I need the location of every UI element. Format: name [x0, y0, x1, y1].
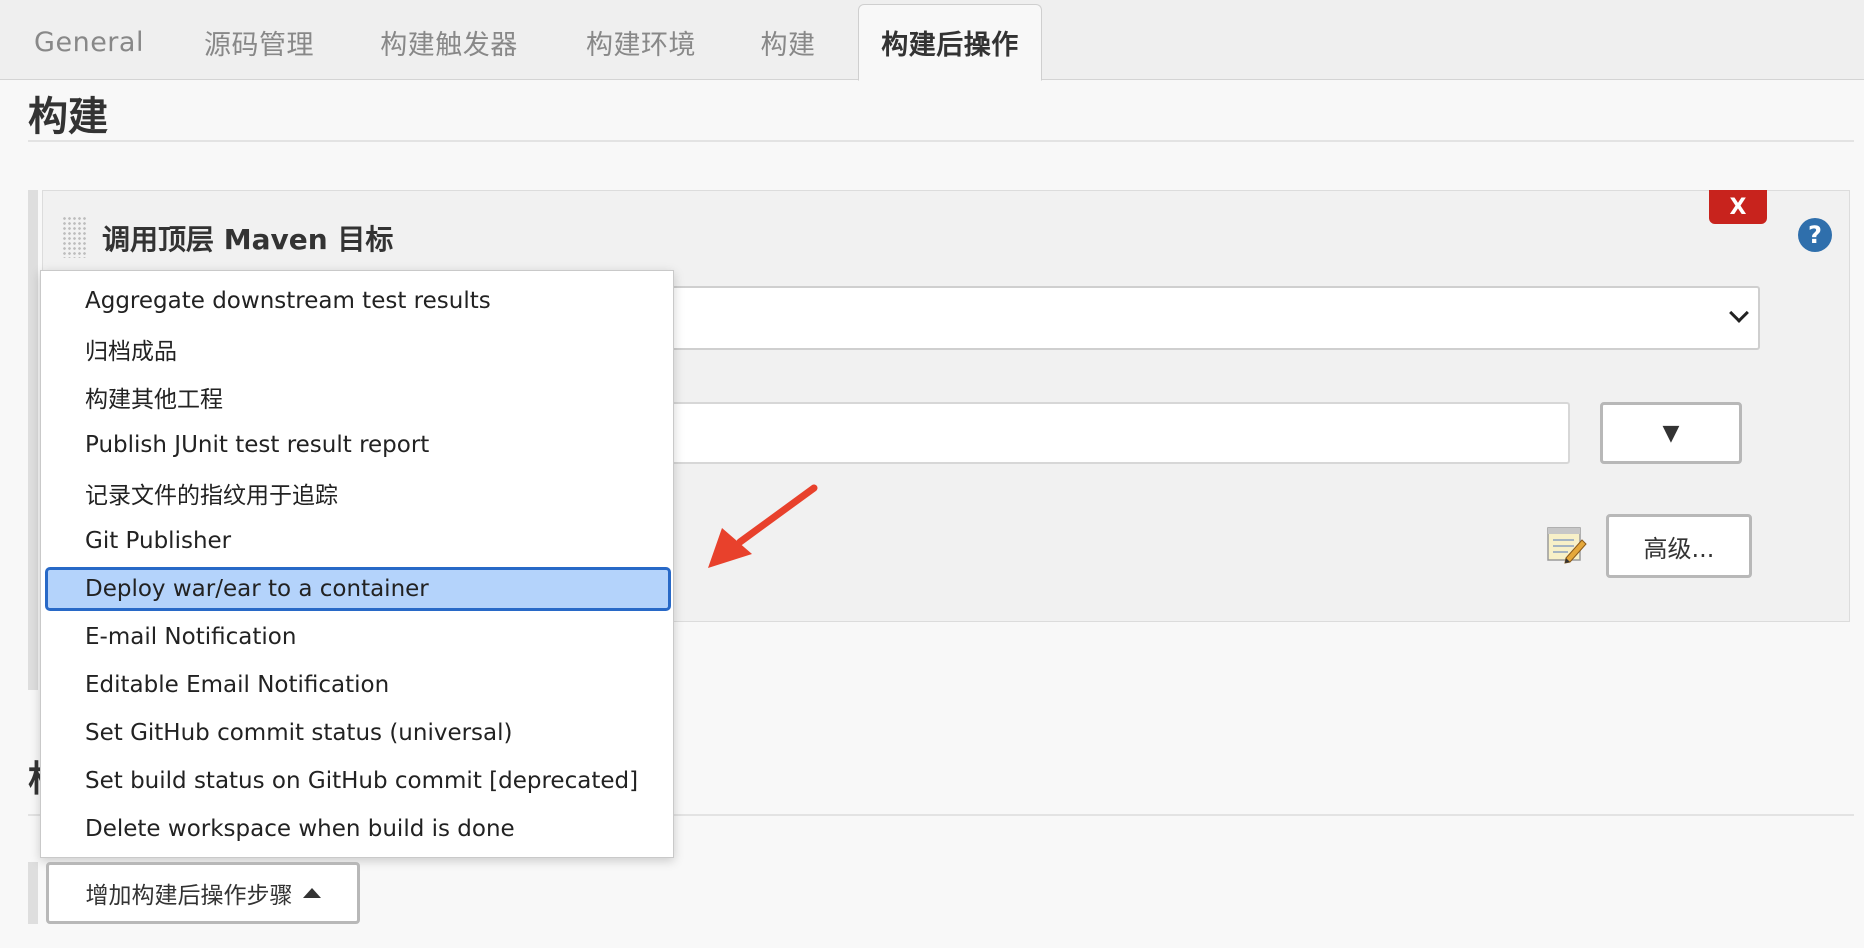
dropdown-item[interactable]: Editable Email Notification: [45, 663, 671, 707]
maven-version-select[interactable]: [650, 286, 1760, 350]
tab-general[interactable]: General: [20, 4, 158, 80]
section-accent-bar: [28, 862, 38, 924]
dropdown-item-selected[interactable]: Deploy war/ear to a container: [45, 567, 671, 611]
dropdown-item[interactable]: 归档成品: [45, 327, 671, 371]
dropdown-item[interactable]: Delete workspace when build is done: [45, 807, 671, 851]
dropdown-item[interactable]: Publish JUnit test result report: [45, 423, 671, 467]
expand-input-button[interactable]: ▼: [1600, 402, 1742, 464]
goals-input[interactable]: [650, 402, 1570, 464]
dropdown-item[interactable]: Aggregate downstream test results: [45, 279, 671, 323]
help-icon[interactable]: ?: [1798, 218, 1832, 252]
delete-step-button[interactable]: X: [1709, 190, 1767, 224]
caret-up-icon: [302, 888, 321, 898]
dropdown-item[interactable]: 构建其他工程: [45, 375, 671, 419]
section-accent-bar: [28, 190, 38, 690]
tab-build-environment[interactable]: 构建环境: [570, 4, 712, 80]
section-divider: [28, 140, 1854, 142]
tab-build-triggers[interactable]: 构建触发器: [364, 4, 534, 80]
annotation-arrow: [708, 484, 818, 568]
tab-post-build-actions[interactable]: 构建后操作: [858, 4, 1042, 81]
dropdown-item[interactable]: E-mail Notification: [45, 615, 671, 659]
tab-source-management[interactable]: 源码管理: [188, 4, 330, 80]
tab-build[interactable]: 构建: [744, 4, 832, 80]
section-title: 构建: [28, 94, 108, 140]
notepad-icon[interactable]: [1544, 522, 1588, 566]
build-step-title: 调用顶层 Maven 目标: [102, 223, 394, 256]
dropdown-item[interactable]: Set GitHub commit status (universal): [45, 711, 671, 755]
drag-handle-icon[interactable]: [62, 216, 86, 258]
post-build-action-dropdown: Aggregate downstream test results 归档成品 构…: [40, 270, 674, 858]
add-post-build-step-label: 增加构建后操作步骤: [85, 883, 293, 909]
dropdown-item[interactable]: Set build status on GitHub commit [depre…: [45, 759, 671, 803]
tab-bar: General 源码管理 构建触发器 构建环境 构建 构建后操作: [0, 0, 1864, 81]
dropdown-item[interactable]: Git Publisher: [45, 519, 671, 563]
add-post-build-step-button[interactable]: 增加构建后操作步骤: [46, 862, 360, 924]
advanced-button[interactable]: 高级...: [1606, 514, 1752, 578]
dropdown-item[interactable]: 记录文件的指纹用于追踪: [45, 471, 671, 515]
